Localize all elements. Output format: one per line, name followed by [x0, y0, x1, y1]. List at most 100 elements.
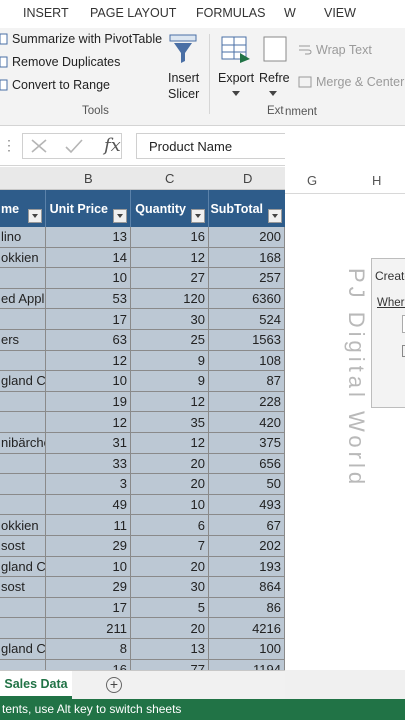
cell-unit-price[interactable]: 53 — [46, 288, 131, 310]
cell-unit-price[interactable]: 17 — [46, 597, 131, 619]
export-button[interactable]: Export — [216, 31, 256, 101]
cell-subtotal[interactable]: 375 — [209, 433, 285, 454]
cell-unit-price[interactable]: 14 — [46, 247, 131, 269]
cell-product-name[interactable] — [0, 309, 46, 330]
column-header-g[interactable]: G — [307, 173, 317, 188]
header-product-name[interactable]: me — [0, 190, 46, 227]
column-header-h[interactable]: H — [372, 173, 381, 188]
cell-unit-price[interactable]: 13 — [46, 227, 131, 248]
cell-unit-price[interactable]: 211 — [46, 618, 131, 639]
column-header-d[interactable]: D — [243, 171, 252, 186]
cell-product-name[interactable] — [0, 618, 46, 639]
cell-quantity[interactable]: 7 — [131, 536, 209, 557]
cell-quantity[interactable]: 30 — [131, 577, 209, 598]
cell-unit-price[interactable]: 10 — [46, 371, 131, 392]
refresh-button[interactable]: Refre — [259, 31, 289, 101]
filter-dropdown-icon[interactable] — [268, 209, 282, 223]
cell-quantity[interactable]: 12 — [131, 247, 209, 269]
tab-view[interactable]: VIEW — [324, 6, 356, 20]
cell-product-name[interactable] — [0, 494, 46, 516]
add-sheet-icon[interactable]: + — [106, 677, 122, 693]
cancel-icon[interactable] — [30, 138, 48, 154]
cell-subtotal[interactable]: 6360 — [209, 288, 285, 310]
cell-quantity[interactable]: 5 — [131, 597, 209, 619]
cell-quantity[interactable]: 120 — [131, 288, 209, 310]
cell-subtotal[interactable]: 1563 — [209, 330, 285, 351]
header-unit-price[interactable]: Unit Price — [46, 190, 131, 227]
tab-page-layout[interactable]: PAGE LAYOUT — [90, 6, 176, 20]
cell-subtotal[interactable]: 656 — [209, 453, 285, 475]
cell-subtotal[interactable]: 86 — [209, 597, 285, 619]
cell-subtotal[interactable]: 202 — [209, 536, 285, 557]
cell-quantity[interactable]: 6 — [131, 515, 209, 536]
cell-subtotal[interactable]: 864 — [209, 577, 285, 598]
cell-quantity[interactable]: 20 — [131, 556, 209, 578]
cell-product-name[interactable] — [0, 474, 46, 495]
cell-product-name[interactable]: sost — [0, 536, 46, 557]
cell-subtotal[interactable]: 108 — [209, 350, 285, 372]
cell-quantity[interactable]: 10 — [131, 494, 209, 516]
cell-quantity[interactable]: 12 — [131, 391, 209, 413]
cell-quantity[interactable]: 12 — [131, 433, 209, 454]
cell-product-name[interactable]: gland Cl — [0, 639, 46, 660]
cell-subtotal[interactable]: 1194 — [209, 659, 285, 670]
cell-product-name[interactable] — [0, 659, 46, 670]
cell-unit-price[interactable]: 3 — [46, 474, 131, 495]
cell-quantity[interactable]: 20 — [131, 474, 209, 495]
cell-unit-price[interactable]: 19 — [46, 391, 131, 413]
cell-subtotal[interactable]: 524 — [209, 309, 285, 330]
cell-subtotal[interactable]: 50 — [209, 474, 285, 495]
cell-subtotal[interactable]: 4216 — [209, 618, 285, 639]
cell-product-name[interactable] — [0, 350, 46, 372]
cell-quantity[interactable]: 20 — [131, 453, 209, 475]
cell-unit-price[interactable]: 29 — [46, 536, 131, 557]
cell-quantity[interactable]: 16 — [131, 227, 209, 248]
cell-product-name[interactable] — [0, 453, 46, 475]
cell-subtotal[interactable]: 100 — [209, 639, 285, 660]
header-subtotal[interactable]: SubTotal — [209, 190, 285, 227]
cell-quantity[interactable]: 27 — [131, 268, 209, 289]
tab-review-partial[interactable]: W — [284, 6, 296, 20]
cell-product-name[interactable] — [0, 412, 46, 433]
cell-quantity[interactable]: 20 — [131, 618, 209, 639]
cell-quantity[interactable]: 77 — [131, 659, 209, 670]
cell-quantity[interactable]: 30 — [131, 309, 209, 330]
cell-product-name[interactable]: ers — [0, 330, 46, 351]
cell-product-name[interactable]: okkien — [0, 247, 46, 269]
cell-unit-price[interactable]: 10 — [46, 556, 131, 578]
cell-subtotal[interactable]: 420 — [209, 412, 285, 433]
cell-subtotal[interactable]: 67 — [209, 515, 285, 536]
cell-product-name[interactable]: lino — [0, 227, 46, 248]
cell-subtotal[interactable]: 257 — [209, 268, 285, 289]
cell-unit-price[interactable]: 49 — [46, 494, 131, 516]
cell-quantity[interactable]: 13 — [131, 639, 209, 660]
cell-product-name[interactable] — [0, 391, 46, 413]
cell-quantity[interactable]: 25 — [131, 330, 209, 351]
cell-subtotal[interactable]: 87 — [209, 371, 285, 392]
cell-unit-price[interactable]: 17 — [46, 309, 131, 330]
cell-subtotal[interactable]: 168 — [209, 247, 285, 269]
summarize-pivot-button[interactable]: Summarize with PivotTable — [0, 32, 162, 46]
cell-product-name[interactable]: sost — [0, 577, 46, 598]
cell-product-name[interactable]: ed Appl — [0, 288, 46, 310]
enter-check-icon[interactable] — [64, 138, 84, 154]
wrap-text-button[interactable]: Wrap Text — [298, 43, 372, 57]
formula-input[interactable]: Product Name — [136, 133, 285, 159]
cell-unit-price[interactable]: 29 — [46, 577, 131, 598]
cell-unit-price[interactable]: 12 — [46, 412, 131, 433]
cell-product-name[interactable]: gland Cl — [0, 371, 46, 392]
convert-to-range-button[interactable]: Convert to Range — [0, 78, 110, 92]
cell-quantity[interactable]: 9 — [131, 350, 209, 372]
cell-product-name[interactable] — [0, 268, 46, 289]
filter-dropdown-icon[interactable] — [191, 209, 205, 223]
cell-unit-price[interactable]: 10 — [46, 268, 131, 289]
cell-unit-price[interactable]: 33 — [46, 453, 131, 475]
cell-subtotal[interactable]: 193 — [209, 556, 285, 578]
header-quantity[interactable]: Quantity — [131, 190, 209, 227]
cell-unit-price[interactable]: 63 — [46, 330, 131, 351]
insert-slicer-button[interactable]: Insert Slicer — [164, 31, 202, 101]
cell-unit-price[interactable]: 12 — [46, 350, 131, 372]
column-header-b[interactable]: B — [84, 171, 93, 186]
cell-quantity[interactable]: 9 — [131, 371, 209, 392]
cell-quantity[interactable]: 35 — [131, 412, 209, 433]
